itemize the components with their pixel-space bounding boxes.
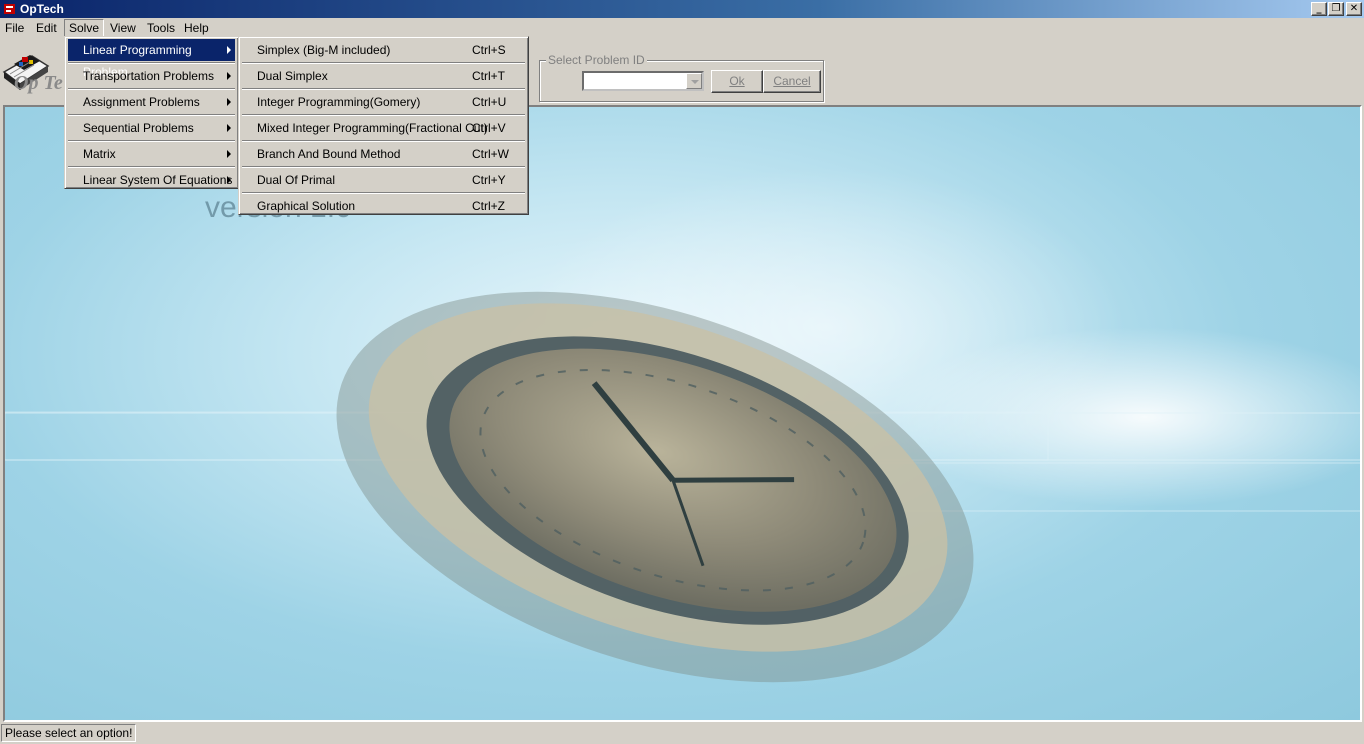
lpp-item-shortcut: Ctrl+T <box>472 69 505 83</box>
lpp-item-mixed-integer[interactable]: Mixed Integer Programming(Fractional Cut… <box>242 117 525 139</box>
solve-menu: Linear Programming Problem Transportatio… <box>64 36 239 189</box>
title-bar[interactable]: OpTech _ ❐ ✕ <box>0 0 1364 18</box>
submenu-arrow-icon <box>227 72 231 80</box>
submenu-arrow-icon <box>227 124 231 132</box>
menu-separator <box>68 166 235 168</box>
solve-menu-item-label: Linear System Of Equations <box>83 173 233 187</box>
lpp-item-branch-and-bound[interactable]: Branch And Bound Method Ctrl+W <box>242 143 525 165</box>
lpp-item-shortcut: Ctrl+U <box>472 95 507 109</box>
window-title: OpTech <box>20 2 64 16</box>
menu-tools[interactable]: Tools <box>142 19 180 37</box>
lpp-item-label: Dual Of Primal <box>257 173 336 187</box>
lpp-item-label: Mixed Integer Programming(Fractional Cut… <box>257 121 488 135</box>
select-problem-legend: Select Problem ID <box>546 53 647 67</box>
restore-button[interactable]: ❐ <box>1328 2 1344 16</box>
menu-separator <box>68 140 235 142</box>
menu-separator <box>242 192 525 194</box>
submenu-arrow-icon <box>227 98 231 106</box>
menu-separator <box>242 166 525 168</box>
lpp-item-graphical-solution[interactable]: Graphical Solution Ctrl+Z <box>242 195 525 217</box>
menu-separator <box>68 88 235 90</box>
problem-id-select[interactable] <box>582 71 704 91</box>
minimize-button[interactable]: _ <box>1311 2 1327 16</box>
solve-menu-item-label: Transportation Problems <box>83 69 214 83</box>
lpp-item-dual-simplex[interactable]: Dual Simplex Ctrl+T <box>242 65 525 87</box>
close-button[interactable]: ✕ <box>1346 2 1362 16</box>
main-workspace: version 1.0 <box>3 105 1362 722</box>
menu-file[interactable]: File <box>0 19 29 37</box>
lpp-item-label: Dual Simplex <box>257 69 328 83</box>
status-bar: Please select an option! <box>0 723 1364 744</box>
menu-separator <box>242 140 525 142</box>
app-icon <box>4 4 15 14</box>
solve-menu-item-matrix[interactable]: Matrix <box>68 143 235 165</box>
submenu-arrow-icon <box>227 46 231 54</box>
chevron-down-icon[interactable] <box>686 73 702 89</box>
menu-separator <box>68 62 235 64</box>
solve-menu-item-linear-system[interactable]: Linear System Of Equations <box>68 169 235 191</box>
lpp-item-simplex[interactable]: Simplex (Big-M included) Ctrl+S <box>242 39 525 61</box>
menu-edit[interactable]: Edit <box>31 19 62 37</box>
lpp-item-shortcut: Ctrl+S <box>472 43 506 57</box>
lpp-item-label: Graphical Solution <box>257 199 356 213</box>
status-message: Please select an option! <box>1 724 137 742</box>
lpp-item-shortcut: Ctrl+Z <box>472 199 505 213</box>
lpp-item-shortcut: Ctrl+V <box>472 121 506 135</box>
menu-help[interactable]: Help <box>179 19 214 37</box>
lpp-submenu: Simplex (Big-M included) Ctrl+S Dual Sim… <box>238 36 529 215</box>
menu-separator <box>242 62 525 64</box>
select-problem-group: Select Problem ID Ok Cancel <box>539 53 824 102</box>
lpp-item-shortcut: Ctrl+Y <box>472 173 506 187</box>
logo-text: Op Te <box>14 72 63 94</box>
lpp-item-dual-of-primal[interactable]: Dual Of Primal Ctrl+Y <box>242 169 525 191</box>
lpp-item-shortcut: Ctrl+W <box>472 147 509 161</box>
solve-menu-item-transportation[interactable]: Transportation Problems <box>68 65 235 87</box>
clock-background-image: version 1.0 <box>5 167 1360 683</box>
solve-menu-item-sequential[interactable]: Sequential Problems <box>68 117 235 139</box>
menu-separator <box>242 114 525 116</box>
menu-view[interactable]: View <box>105 19 141 37</box>
lpp-item-label: Integer Programming(Gomery) <box>257 95 421 109</box>
menu-separator <box>68 114 235 116</box>
solve-menu-item-label: Sequential Problems <box>83 121 194 135</box>
solve-menu-item-label: Matrix <box>83 147 116 161</box>
menu-separator <box>242 88 525 90</box>
lpp-item-label: Simplex (Big-M included) <box>257 43 391 57</box>
submenu-arrow-icon <box>227 150 231 158</box>
lpp-item-integer-programming[interactable]: Integer Programming(Gomery) Ctrl+U <box>242 91 525 113</box>
cancel-button[interactable]: Cancel <box>763 70 821 93</box>
menu-bar: File Edit Solve View Tools Help <box>0 18 1364 38</box>
lpp-item-label: Branch And Bound Method <box>257 147 401 161</box>
solve-menu-item-label: Assignment Problems <box>83 95 200 109</box>
menu-solve[interactable]: Solve <box>64 19 105 37</box>
submenu-arrow-icon <box>227 176 231 184</box>
ok-button[interactable]: Ok <box>711 70 763 93</box>
solve-menu-item-lpp[interactable]: Linear Programming Problem <box>68 39 235 79</box>
solve-menu-item-assignment[interactable]: Assignment Problems <box>68 91 235 113</box>
